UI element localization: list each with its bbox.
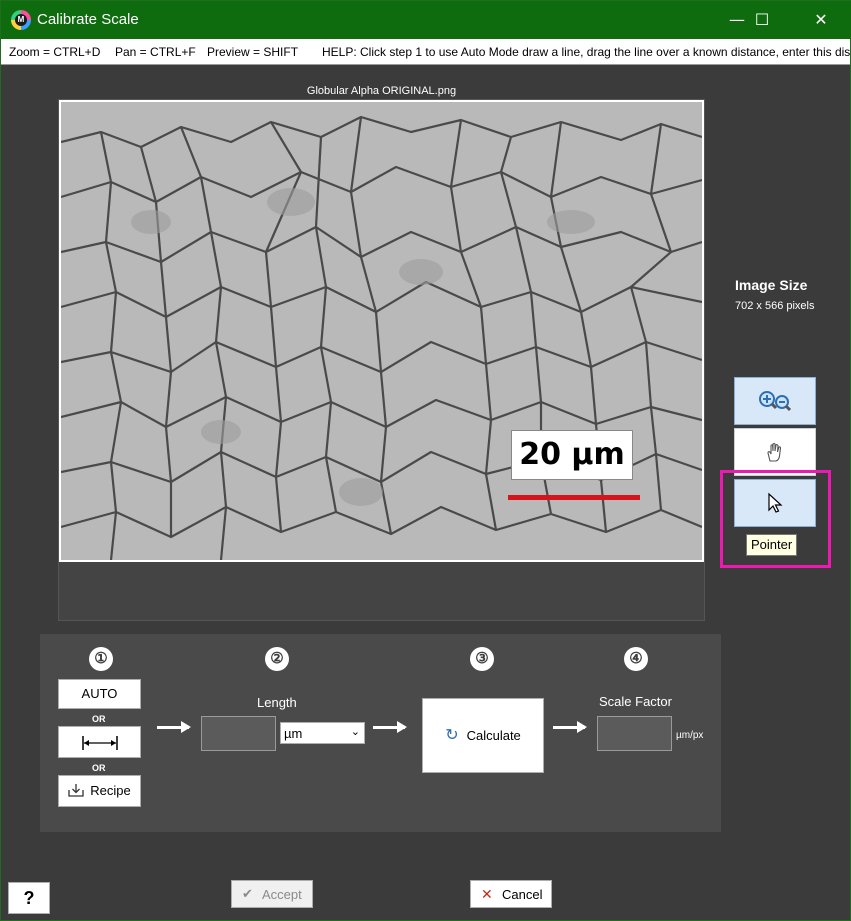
scale-bar-line [508,495,640,500]
pan-shortcut: Pan = CTRL+F [115,45,196,59]
accept-label: Accept [262,887,302,902]
refresh-icon: ↻ [445,727,459,744]
preview-shortcut: Preview = SHIFT [207,45,299,59]
step-1-number: ① [89,647,113,671]
recipe-button[interactable]: Recipe [58,775,141,807]
download-tray-icon [68,778,84,797]
title-bar: M Calibrate Scale — ☐ ✕ [1,1,851,39]
recipe-label: Recipe [90,783,131,798]
or-label-2: OR [92,763,106,773]
scale-factor-output [597,716,672,751]
calibrate-scale-window: M Calibrate Scale — ☐ ✕ Zoom = CTRL+D Pa… [0,0,851,921]
image-size-value: 702 x 566 pixels [735,300,815,312]
pointer-tooltip: Pointer [746,534,798,556]
zoom-in-out-icon [759,391,792,412]
step-2-number: ② [265,647,289,671]
arrow-right-icon [373,721,407,733]
unit-select[interactable]: µm ⌄ [280,722,365,744]
cancel-button[interactable]: ✕ Cancel [470,880,552,908]
close-button[interactable]: ✕ [798,1,844,39]
maximize-button[interactable]: ☐ [739,1,785,39]
measure-line-icon [81,736,118,750]
cancel-x-icon: ✕ [481,886,493,902]
help-button[interactable]: ? [8,882,50,914]
help-text: HELP: Click step 1 to use Auto Mode draw… [322,45,850,59]
calculate-label: Calculate [466,728,521,743]
calculate-button[interactable]: ↻ Calculate [422,698,544,773]
arrow-right-icon [157,721,191,733]
app-logo-icon: M [11,10,31,30]
pan-tool-button[interactable] [734,428,816,476]
checkmark-icon: ✔ [242,886,253,901]
cancel-label: Cancel [502,887,543,902]
hand-icon [767,442,782,462]
image-canvas[interactable]: 20 µm [58,99,705,621]
arrow-right-icon [553,721,587,733]
calibration-steps-panel: ① ② ③ ④ AUTO OR OR Recipe Length µm ⌄ ↻ … [40,634,721,832]
image-filename: Globular Alpha ORIGINAL.png [306,85,457,97]
length-input[interactable] [201,716,276,751]
shortcut-help-bar: Zoom = CTRL+D Pan = CTRL+F Preview = SHI… [1,39,850,65]
accept-button[interactable]: ✔ Accept [231,880,313,908]
step-4-number: ④ [624,647,648,671]
scale-factor-label: Scale Factor [599,694,672,709]
scale-factor-unit: µm/px [676,730,704,741]
length-label: Length [257,695,297,710]
scale-bar-label: 20 µm [511,430,633,480]
window-title: Calibrate Scale [37,11,139,28]
auto-button[interactable]: AUTO [58,679,141,709]
zoom-shortcut: Zoom = CTRL+D [9,45,101,59]
zoom-tool-button[interactable] [734,377,816,425]
microstructure-picture [61,102,702,560]
micrograph-image: 20 µm [59,100,704,562]
manual-line-button[interactable] [58,726,141,758]
step-3-number: ③ [470,647,494,671]
image-size-title: Image Size [735,277,808,293]
unit-selected-value: µm [284,726,303,741]
chevron-down-icon: ⌄ [350,726,360,738]
or-label-1: OR [92,714,106,724]
